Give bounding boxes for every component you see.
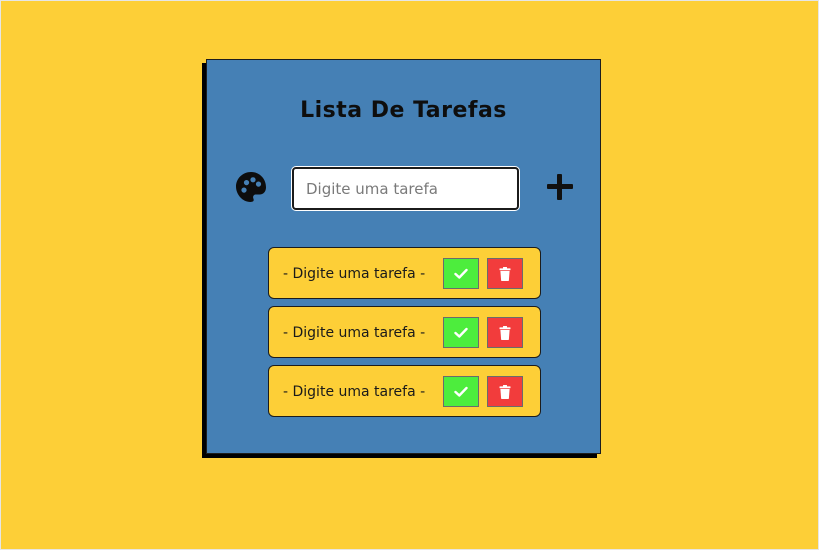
delete-task-button[interactable]: [487, 258, 523, 289]
task-input[interactable]: [292, 167, 519, 210]
plus-icon[interactable]: [545, 172, 575, 202]
task-item: - Digite uma tarefa -: [268, 247, 541, 299]
page: { "app": { "title": "Lista De Tarefas" }…: [0, 0, 819, 550]
task-text: - Digite uma tarefa -: [283, 384, 426, 400]
complete-task-button[interactable]: [443, 258, 479, 289]
todo-card: Lista De Tarefas - Digite uma tarefa -: [206, 59, 601, 454]
check-icon: [454, 327, 468, 338]
check-icon: [454, 386, 468, 397]
check-icon: [454, 268, 468, 279]
page-title: Lista De Tarefas: [300, 98, 507, 123]
complete-task-button[interactable]: [443, 317, 479, 348]
trash-icon: [499, 266, 511, 281]
delete-task-button[interactable]: [487, 317, 523, 348]
task-item: - Digite uma tarefa -: [268, 306, 541, 358]
complete-task-button[interactable]: [443, 376, 479, 407]
palette-icon[interactable]: [235, 171, 267, 203]
trash-icon: [499, 325, 511, 340]
trash-icon: [499, 384, 511, 399]
task-text: - Digite uma tarefa -: [283, 266, 426, 282]
delete-task-button[interactable]: [487, 376, 523, 407]
task-list: - Digite uma tarefa - - Digite uma taref…: [268, 247, 541, 424]
task-text: - Digite uma tarefa -: [283, 325, 426, 341]
plus-icon-vertical: [557, 174, 562, 200]
task-item: - Digite uma tarefa -: [268, 365, 541, 417]
